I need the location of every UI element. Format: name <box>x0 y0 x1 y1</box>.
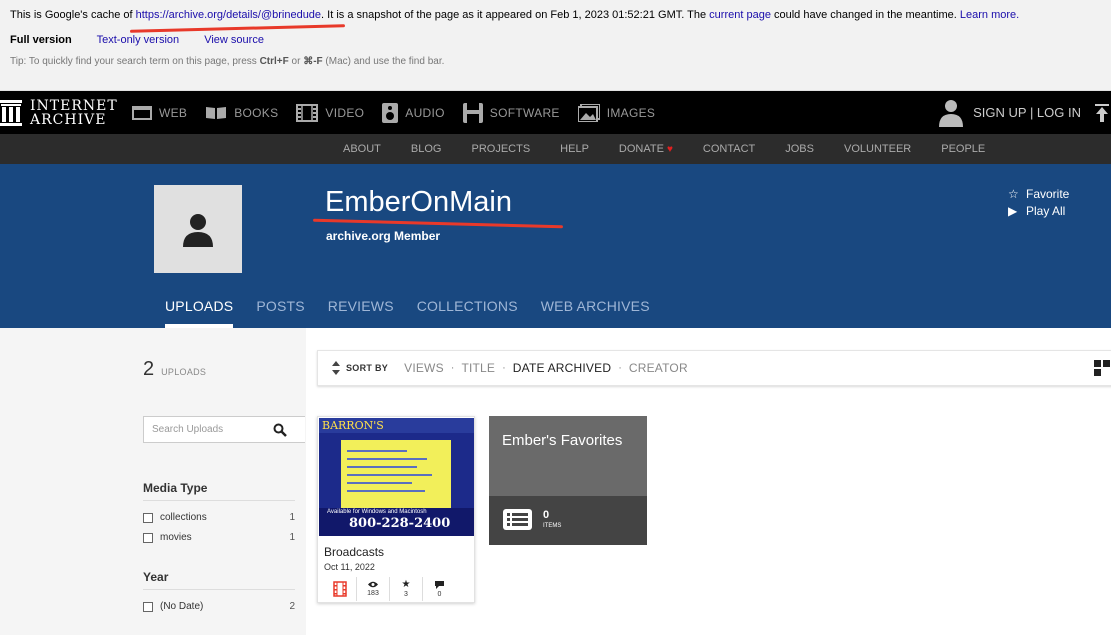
collection-tile-embers-favorites[interactable]: Ember's Favorites 0 ITEMS <box>489 416 647 545</box>
facets-sidebar: 2 UPLOADS Media Type collections 1 movie… <box>0 328 306 635</box>
facet-row-collections[interactable]: collections 1 <box>143 512 295 523</box>
facet-checkbox[interactable] <box>143 532 153 543</box>
facet-title-year: Year <box>143 570 295 590</box>
eye-icon <box>368 581 378 588</box>
cache-version-links: Full version Text-only version View sour… <box>10 34 286 46</box>
logo-text: INTERNET ARCHIVE <box>30 98 118 128</box>
cache-tip: Tip: To quickly find your search term on… <box>10 56 445 67</box>
play-icon: ▶ <box>1008 204 1018 218</box>
nav-item-images[interactable]: IMAGES <box>577 103 655 122</box>
tab-web-archives[interactable]: WEB ARCHIVES <box>541 298 650 328</box>
sort-by-label: SORT BY <box>346 363 389 373</box>
sort-icon[interactable] <box>332 361 340 375</box>
heart-icon: ♥ <box>666 144 673 155</box>
subnav-item-donate[interactable]: DONATE ♥ <box>619 143 673 155</box>
sign-up-login-link[interactable]: SIGN UP | LOG IN <box>939 91 1081 134</box>
sort-option-date-archived[interactable]: DATE ARCHIVED <box>513 361 611 375</box>
current-page-link[interactable]: current page <box>709 9 771 21</box>
nav-item-software[interactable]: SOFTWARE <box>462 102 560 123</box>
full-version-link[interactable]: Full version <box>10 34 72 46</box>
sort-option-views[interactable]: VIEWS <box>404 361 444 375</box>
facet-row-no-date[interactable]: (No Date) 2 <box>143 601 295 612</box>
annotation-underline-name <box>313 218 563 229</box>
item-tile-broadcasts[interactable]: BARRON'S Available for Windows and Macin… <box>317 416 475 603</box>
play-all-button[interactable]: ▶ Play All <box>1008 204 1065 218</box>
nav-item-books[interactable]: BOOKS <box>205 106 278 120</box>
nav-item-web[interactable]: WEB <box>132 105 187 120</box>
secondary-navigation-bar: ABOUT BLOG PROJECTS HELP DONATE ♥ CONTACT… <box>0 134 1111 164</box>
grid-view-icon[interactable] <box>1094 360 1110 376</box>
view-source-link[interactable]: View source <box>204 34 264 46</box>
item-title[interactable]: Broadcasts <box>324 545 384 559</box>
star-icon: ★ <box>401 579 411 590</box>
item-thumbnail[interactable]: BARRON'S Available for Windows and Macin… <box>319 418 474 536</box>
sort-option-title[interactable]: TITLE <box>461 361 495 375</box>
views-stat: 183 <box>357 577 390 601</box>
facet-checkbox[interactable] <box>143 601 153 612</box>
text-only-version-link[interactable]: Text-only version <box>97 34 180 46</box>
sort-bar: SORT BY VIEWS · TITLE · DATE ARCHIVED · … <box>317 350 1111 386</box>
tab-collections[interactable]: COLLECTIONS <box>417 298 518 328</box>
subnav-item-help[interactable]: HELP <box>560 143 589 155</box>
subnav-item-projects[interactable]: PROJECTS <box>471 143 530 155</box>
video-icon <box>296 103 319 122</box>
comment-icon <box>435 580 444 589</box>
uploads-count: 2 UPLOADS <box>143 358 207 380</box>
facet-title-media-type: Media Type <box>143 481 295 501</box>
item-date: Oct 11, 2022 <box>324 562 375 572</box>
images-icon <box>577 103 600 122</box>
user-avatar-icon <box>939 99 964 127</box>
nav-item-audio[interactable]: AUDIO <box>382 102 445 123</box>
audio-icon <box>382 102 399 123</box>
subnav-item-contact[interactable]: CONTACT <box>703 143 755 155</box>
internet-archive-logo[interactable]: INTERNET ARCHIVE <box>0 97 118 129</box>
subnav-item-jobs[interactable]: JOBS <box>785 143 814 155</box>
facet-row-movies[interactable]: movies 1 <box>143 532 295 543</box>
film-icon <box>333 581 347 597</box>
subnav-item-volunteer[interactable]: VOLUNTEER <box>844 143 911 155</box>
google-cache-header: This is Google's cache of https://archiv… <box>0 0 1111 91</box>
media-type-nav: WEB BOOKS VIDEO AUDIO SOFTWARE IMAGES <box>132 91 673 134</box>
collection-item-label: ITEMS <box>543 523 562 529</box>
nav-item-video[interactable]: VIDEO <box>296 103 364 122</box>
upload-icon[interactable] <box>1095 104 1109 122</box>
profile-name: EmberOnMain <box>325 186 512 218</box>
sort-option-creator[interactable]: CREATOR <box>629 361 688 375</box>
cache-notice: This is Google's cache of https://archiv… <box>10 9 1020 21</box>
reviews-stat: 0 <box>423 577 456 601</box>
annotation-underline-url <box>129 24 346 33</box>
top-navigation-bar: INTERNET ARCHIVE WEB BOOKS VIDEO AUDIO S… <box>0 91 1111 134</box>
archive-temple-icon <box>0 100 22 126</box>
item-stats: 183 ★ 3 0 <box>324 577 464 601</box>
profile-header: EmberOnMain archive.org Member ☆ Favorit… <box>0 164 1111 328</box>
collection-title[interactable]: Ember's Favorites <box>502 433 632 449</box>
tab-uploads[interactable]: UPLOADS <box>165 298 234 328</box>
search-uploads-box <box>143 416 305 443</box>
profile-subtitle: archive.org Member <box>326 229 441 243</box>
subnav-item-blog[interactable]: BLOG <box>411 143 442 155</box>
facet-checkbox[interactable] <box>143 512 153 523</box>
collection-list-icon <box>503 509 532 530</box>
cache-source-url-link[interactable]: https://archive.org/details/@brinedude <box>136 9 321 21</box>
tab-reviews[interactable]: REVIEWS <box>328 298 394 328</box>
star-outline-icon: ☆ <box>1008 187 1019 201</box>
software-icon <box>462 102 483 123</box>
search-uploads-input[interactable] <box>144 417 264 442</box>
profile-avatar <box>154 185 242 273</box>
books-icon <box>206 106 227 119</box>
subnav-item-people[interactable]: PEOPLE <box>941 143 985 155</box>
subnav-item-about[interactable]: ABOUT <box>343 143 381 155</box>
default-user-icon <box>183 214 213 247</box>
collection-item-count: 0 <box>543 509 550 521</box>
learn-more-link[interactable]: Learn more. <box>960 9 1019 21</box>
search-icon[interactable] <box>273 423 287 437</box>
tab-posts[interactable]: POSTS <box>256 298 304 328</box>
web-icon <box>132 105 152 120</box>
secondary-nav-items: ABOUT BLOG PROJECTS HELP DONATE ♥ CONTACT… <box>343 134 1015 164</box>
favorite-button[interactable]: ☆ Favorite <box>1008 187 1069 201</box>
media-type-stat <box>324 577 357 601</box>
favorites-stat: ★ 3 <box>390 577 423 601</box>
profile-tabs: UPLOADS POSTS REVIEWS COLLECTIONS WEB AR… <box>165 298 673 328</box>
